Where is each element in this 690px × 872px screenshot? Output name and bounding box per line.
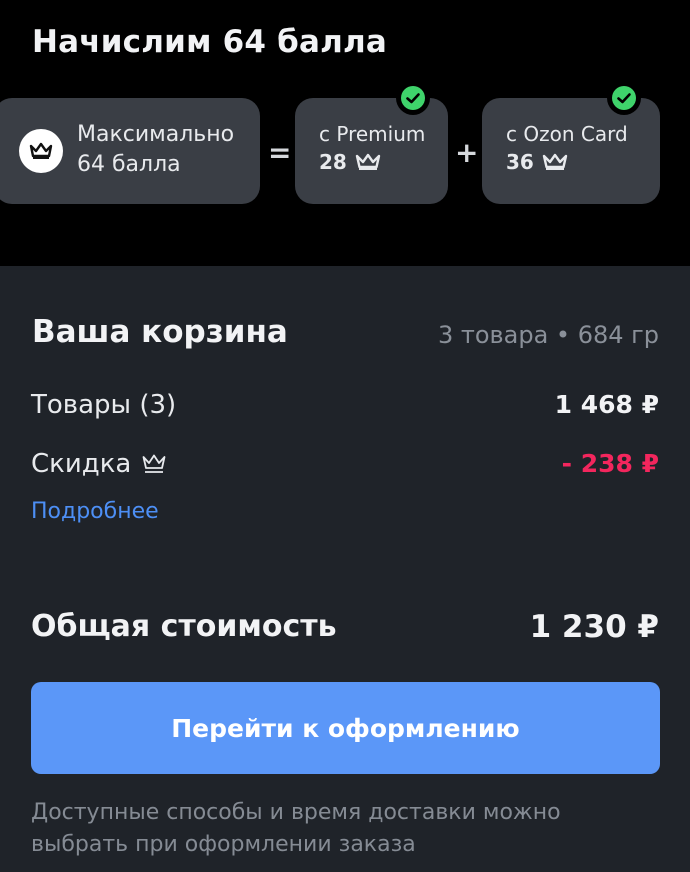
premium-value: 28 bbox=[319, 150, 347, 174]
points-title: Начислим 64 балла bbox=[32, 24, 388, 60]
total-label: Общая стоимость bbox=[31, 609, 337, 644]
goods-value: 1 468 ₽ bbox=[554, 390, 659, 419]
ozon-card-points-text: с Ozon Card 36 bbox=[506, 120, 628, 176]
crown-icon bbox=[355, 153, 381, 170]
plus-sign: + bbox=[455, 136, 479, 169]
ozon-card-value: 36 bbox=[506, 150, 534, 174]
discount-label-text: Скидка bbox=[31, 449, 132, 479]
premium-points-card: с Premium 28 bbox=[295, 81, 448, 204]
goods-label: Товары (3) bbox=[31, 390, 176, 420]
premium-label: с Premium bbox=[319, 122, 426, 146]
ozon-card-label: с Ozon Card bbox=[506, 122, 628, 146]
check-circle-icon bbox=[612, 86, 636, 110]
ozon-card-points-card: с Ozon Card 36 bbox=[482, 81, 660, 204]
discount-label: Скидка bbox=[31, 449, 167, 479]
cart-title: Ваша корзина bbox=[32, 314, 288, 350]
crown-icon bbox=[142, 454, 166, 473]
ozon-card-value-row: 36 bbox=[506, 148, 628, 176]
total-value: 1 230 ₽ bbox=[529, 609, 659, 645]
details-link[interactable]: Подробнее bbox=[31, 499, 159, 524]
premium-points-text: с Premium 28 bbox=[319, 120, 425, 176]
max-points-card: Максимально 64 балла bbox=[0, 98, 260, 204]
discount-value: - 238 ₽ bbox=[561, 449, 659, 478]
delivery-footnote: Доступные способы и время доставки можно… bbox=[31, 800, 561, 857]
max-points-text: Максимально 64 балла bbox=[77, 120, 234, 180]
equals-sign: = bbox=[268, 136, 292, 169]
crown-icon bbox=[29, 142, 53, 159]
crown-icon bbox=[542, 153, 568, 170]
premium-check bbox=[396, 81, 430, 115]
premium-value-row: 28 bbox=[319, 148, 425, 176]
cart-section: Ваша корзина 3 товара • 684 гр Товары (3… bbox=[0, 266, 690, 872]
check-circle-icon bbox=[401, 86, 425, 110]
goods-label-text: Товары (3) bbox=[31, 390, 177, 420]
checkout-button[interactable]: Перейти к оформлению bbox=[31, 682, 660, 774]
crown-badge bbox=[19, 129, 63, 173]
cart-meta: 3 товара • 684 гр bbox=[437, 321, 659, 349]
max-points-label: Максимально bbox=[77, 122, 235, 147]
points-section: Начислим 64 балла Максимально 64 балла =… bbox=[0, 0, 690, 266]
max-points-value: 64 балла bbox=[77, 152, 181, 177]
ozon-card-check bbox=[607, 81, 641, 115]
